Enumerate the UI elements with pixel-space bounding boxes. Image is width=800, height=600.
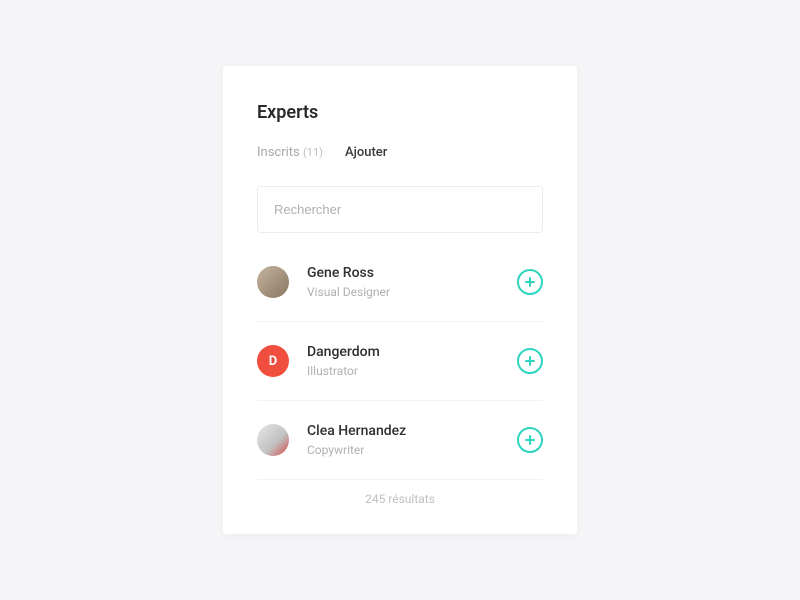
search-input[interactable]	[257, 186, 543, 233]
tab-ajouter[interactable]: Ajouter	[345, 145, 387, 160]
person-role: Visual Designer	[307, 285, 517, 299]
avatar	[257, 266, 289, 298]
person-role: Copywriter	[307, 443, 517, 457]
tab-inscrits-count: (11)	[303, 146, 323, 159]
person-info: Clea Hernandez Copywriter	[307, 423, 517, 457]
list-item: Clea Hernandez Copywriter	[257, 401, 543, 480]
person-info: Dangerdom Illustrator	[307, 344, 517, 378]
search-wrapper	[257, 186, 543, 233]
tabs: Inscrits (11) Ajouter	[257, 145, 543, 160]
person-name: Dangerdom	[307, 344, 517, 360]
person-role: Illustrator	[307, 364, 517, 378]
avatar	[257, 424, 289, 456]
results-count: 245 résultats	[257, 492, 543, 506]
plus-icon	[525, 277, 535, 287]
plus-icon	[525, 435, 535, 445]
person-info: Gene Ross Visual Designer	[307, 265, 517, 299]
tab-inscrits-label: Inscrits	[257, 145, 300, 160]
add-button[interactable]	[517, 269, 543, 295]
add-button[interactable]	[517, 348, 543, 374]
avatar: D	[257, 345, 289, 377]
tab-inscrits[interactable]: Inscrits (11)	[257, 145, 323, 160]
person-name: Gene Ross	[307, 265, 517, 281]
list-item: Gene Ross Visual Designer	[257, 243, 543, 322]
experts-panel: Experts Inscrits (11) Ajouter Gene Ross …	[223, 66, 577, 534]
list-item: D Dangerdom Illustrator	[257, 322, 543, 401]
plus-icon	[525, 356, 535, 366]
person-name: Clea Hernandez	[307, 423, 517, 439]
page-title: Experts	[257, 102, 543, 123]
add-button[interactable]	[517, 427, 543, 453]
